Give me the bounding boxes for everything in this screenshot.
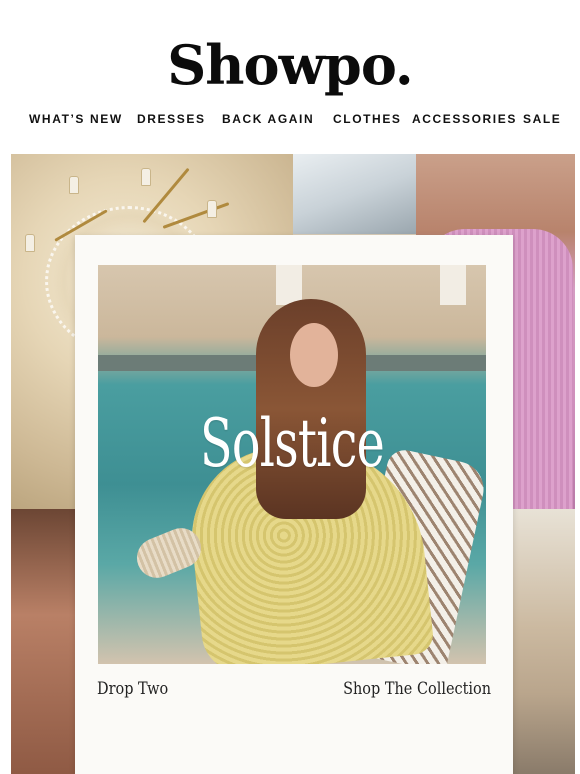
hero-banner[interactable]: Solstice Drop Two Shop The Collection — [11, 154, 575, 774]
pool-column — [276, 265, 302, 305]
candle — [69, 176, 79, 194]
model-earring-image — [11, 509, 81, 774]
nav-back-again[interactable]: BACK AGAIN — [222, 112, 314, 126]
pool-column — [440, 265, 466, 305]
main-nav: WHAT’S NEW DRESSES BACK AGAIN CLOTHES AC… — [0, 112, 580, 132]
collection-title: Solstice — [199, 405, 385, 482]
candle — [141, 168, 151, 186]
shop-collection-link[interactable]: Shop The Collection — [343, 679, 491, 699]
chandelier-arm — [162, 202, 230, 229]
nav-whats-new[interactable]: WHAT’S NEW — [29, 112, 123, 126]
polaroid-frame[interactable]: Solstice Drop Two Shop The Collection — [75, 235, 513, 774]
architecture-image — [511, 509, 575, 774]
nav-accessories[interactable]: ACCESSORIES — [412, 112, 517, 126]
showpo-logo[interactable]: Showpo. — [0, 30, 580, 100]
model-face — [290, 323, 338, 387]
nav-dresses[interactable]: DRESSES — [137, 112, 206, 126]
candle — [207, 200, 217, 218]
hero-photo: Solstice — [98, 265, 486, 664]
nav-clothes[interactable]: CLOTHES — [333, 112, 402, 126]
nav-sale[interactable]: SALE — [523, 112, 561, 126]
statue-image — [293, 154, 418, 234]
candle — [25, 234, 35, 252]
drop-label: Drop Two — [97, 679, 169, 699]
